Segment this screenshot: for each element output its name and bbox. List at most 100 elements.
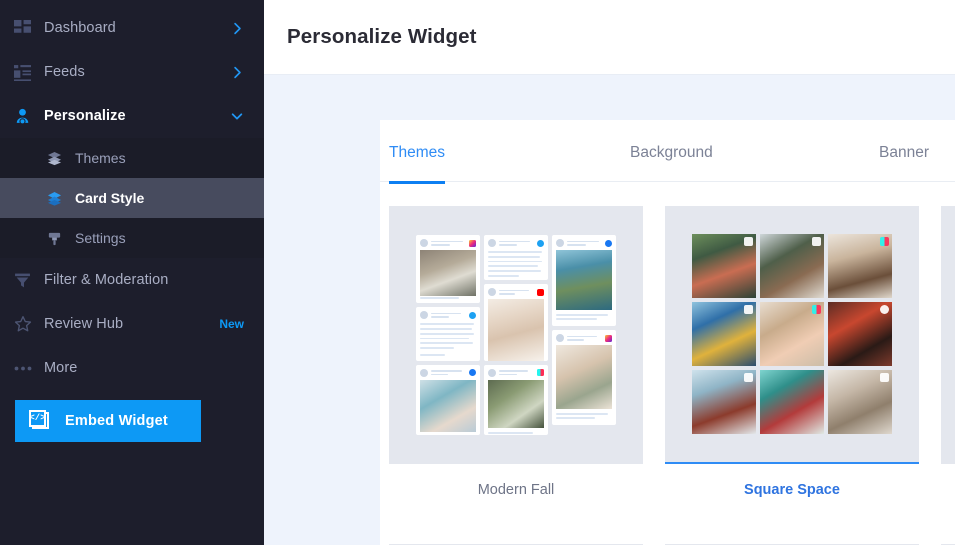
preview-photo [828, 302, 892, 366]
sidebar-item-card-style[interactable]: Card Style [0, 178, 264, 218]
tiktok-badge-icon [537, 369, 544, 377]
sidebar-item-label: Filter & Moderation [44, 272, 169, 288]
embed-widget-label: Embed Widget [65, 413, 168, 429]
instagram-badge-icon [469, 239, 476, 247]
theme-preview-masonry [389, 206, 643, 464]
avatar [488, 239, 496, 247]
personalize-submenu: Themes Card Style Settings [0, 138, 264, 258]
preview-photo [488, 379, 544, 428]
theme-preview-partial [941, 206, 955, 464]
preview-photo [420, 379, 476, 432]
avatar [556, 239, 564, 247]
facebook-badge-icon [605, 239, 612, 247]
preview-photo [828, 370, 892, 434]
tiktok-badge-icon [812, 305, 821, 314]
preview-photo [828, 234, 892, 298]
masonry-column [416, 235, 480, 435]
chevron-right-icon[interactable] [231, 66, 244, 79]
masonry-preview [416, 235, 616, 435]
avatar [420, 368, 428, 377]
facebook-badge-icon [469, 369, 476, 377]
sidebar-item-more[interactable]: More [0, 346, 264, 390]
embed-widget-button[interactable]: </> Embed Widget [15, 400, 201, 442]
instagram-badge-icon [744, 237, 753, 246]
feeds-list-icon [14, 64, 44, 81]
funnel-icon [14, 272, 44, 289]
instagram-badge-icon [812, 237, 821, 246]
ellipsis-icon [14, 365, 44, 372]
instagram-badge-icon [744, 305, 753, 314]
tab-bar: Themes Background Banner [380, 120, 955, 184]
personalize-panel: Themes Background Banner Modern Fall Squ… [380, 120, 955, 545]
sidebar-item-themes[interactable]: Themes [0, 138, 264, 178]
instagram-badge-icon [880, 373, 889, 382]
preview-post-card [552, 235, 616, 327]
sidebar-item-label: Feeds [44, 64, 85, 80]
avatar [556, 334, 564, 343]
theme-card-label: Modern Fall [477, 482, 555, 498]
preview-photo [420, 250, 476, 296]
theme-card-modern-fall[interactable]: Modern Fall [389, 206, 643, 498]
preview-photo [488, 299, 544, 361]
preview-post-card [484, 235, 548, 281]
dashboard-grid-icon [14, 19, 44, 37]
sidebar-item-review-hub[interactable]: Review Hub New [0, 302, 264, 346]
preview-photo [760, 234, 824, 298]
chevron-down-icon[interactable] [230, 109, 244, 123]
code-brackets-icon: </> [29, 410, 51, 432]
tab-label: Background [630, 144, 713, 161]
tab-themes[interactable]: Themes [389, 144, 445, 184]
twitter-badge-icon [469, 311, 476, 319]
preview-photo [692, 370, 756, 434]
layers-icon [47, 151, 75, 166]
app-root: Dashboard Feeds Personalize Themes Card … [0, 0, 955, 545]
brush-icon [47, 231, 75, 246]
theme-card-grid: Modern Fall Square Space [380, 182, 955, 498]
preview-photo [556, 250, 612, 310]
theme-card-square-space[interactable]: Square Space [665, 206, 919, 498]
sidebar-item-label: Dashboard [44, 20, 116, 36]
tab-background[interactable]: Background [630, 144, 713, 162]
theme-card-label: Square Space [744, 482, 840, 498]
avatar [420, 239, 428, 247]
sidebar-item-label: Review Hub [44, 316, 124, 332]
main-content: Personalize Widget Themes Background Ban… [264, 0, 955, 545]
tab-banner[interactable]: Banner [879, 144, 929, 162]
avatar [488, 288, 496, 297]
status-badge-new: New [219, 317, 244, 331]
sidebar-item-feeds[interactable]: Feeds [0, 50, 264, 94]
personalize-user-icon [14, 108, 44, 125]
sidebar-subitem-label: Settings [75, 230, 126, 246]
preview-photo [556, 345, 612, 410]
sidebar-item-label: More [44, 360, 78, 376]
theme-card-partial[interactable] [941, 206, 955, 498]
preview-post-card [484, 364, 548, 435]
sidebar-subitem-label: Themes [75, 150, 126, 166]
twitter-badge-icon [880, 305, 889, 314]
theme-preview-grid [665, 206, 919, 464]
masonry-column [552, 235, 616, 435]
tab-label: Banner [879, 144, 929, 161]
sidebar-item-dashboard[interactable]: Dashboard [0, 6, 264, 50]
sidebar-item-filter-moderation[interactable]: Filter & Moderation [0, 258, 264, 302]
preview-post-card [552, 330, 616, 426]
tiktok-badge-icon [880, 237, 889, 246]
preview-post-card [416, 364, 480, 435]
masonry-column [484, 235, 548, 435]
preview-post-card [416, 307, 480, 361]
preview-post-card [484, 284, 548, 361]
tab-label: Themes [389, 144, 445, 161]
grid-preview [692, 234, 892, 434]
sidebar-item-personalize[interactable]: Personalize [0, 94, 264, 138]
instagram-badge-icon [744, 373, 753, 382]
twitter-badge-icon [537, 239, 544, 247]
avatar [420, 311, 428, 320]
preview-post-card [416, 235, 480, 304]
card-style-icon [47, 191, 75, 206]
star-icon [14, 315, 44, 333]
theme-card-label [941, 464, 955, 482]
sidebar: Dashboard Feeds Personalize Themes Card … [0, 0, 264, 545]
preview-photo [692, 302, 756, 366]
sidebar-item-settings[interactable]: Settings [0, 218, 264, 258]
chevron-right-icon[interactable] [231, 22, 244, 35]
